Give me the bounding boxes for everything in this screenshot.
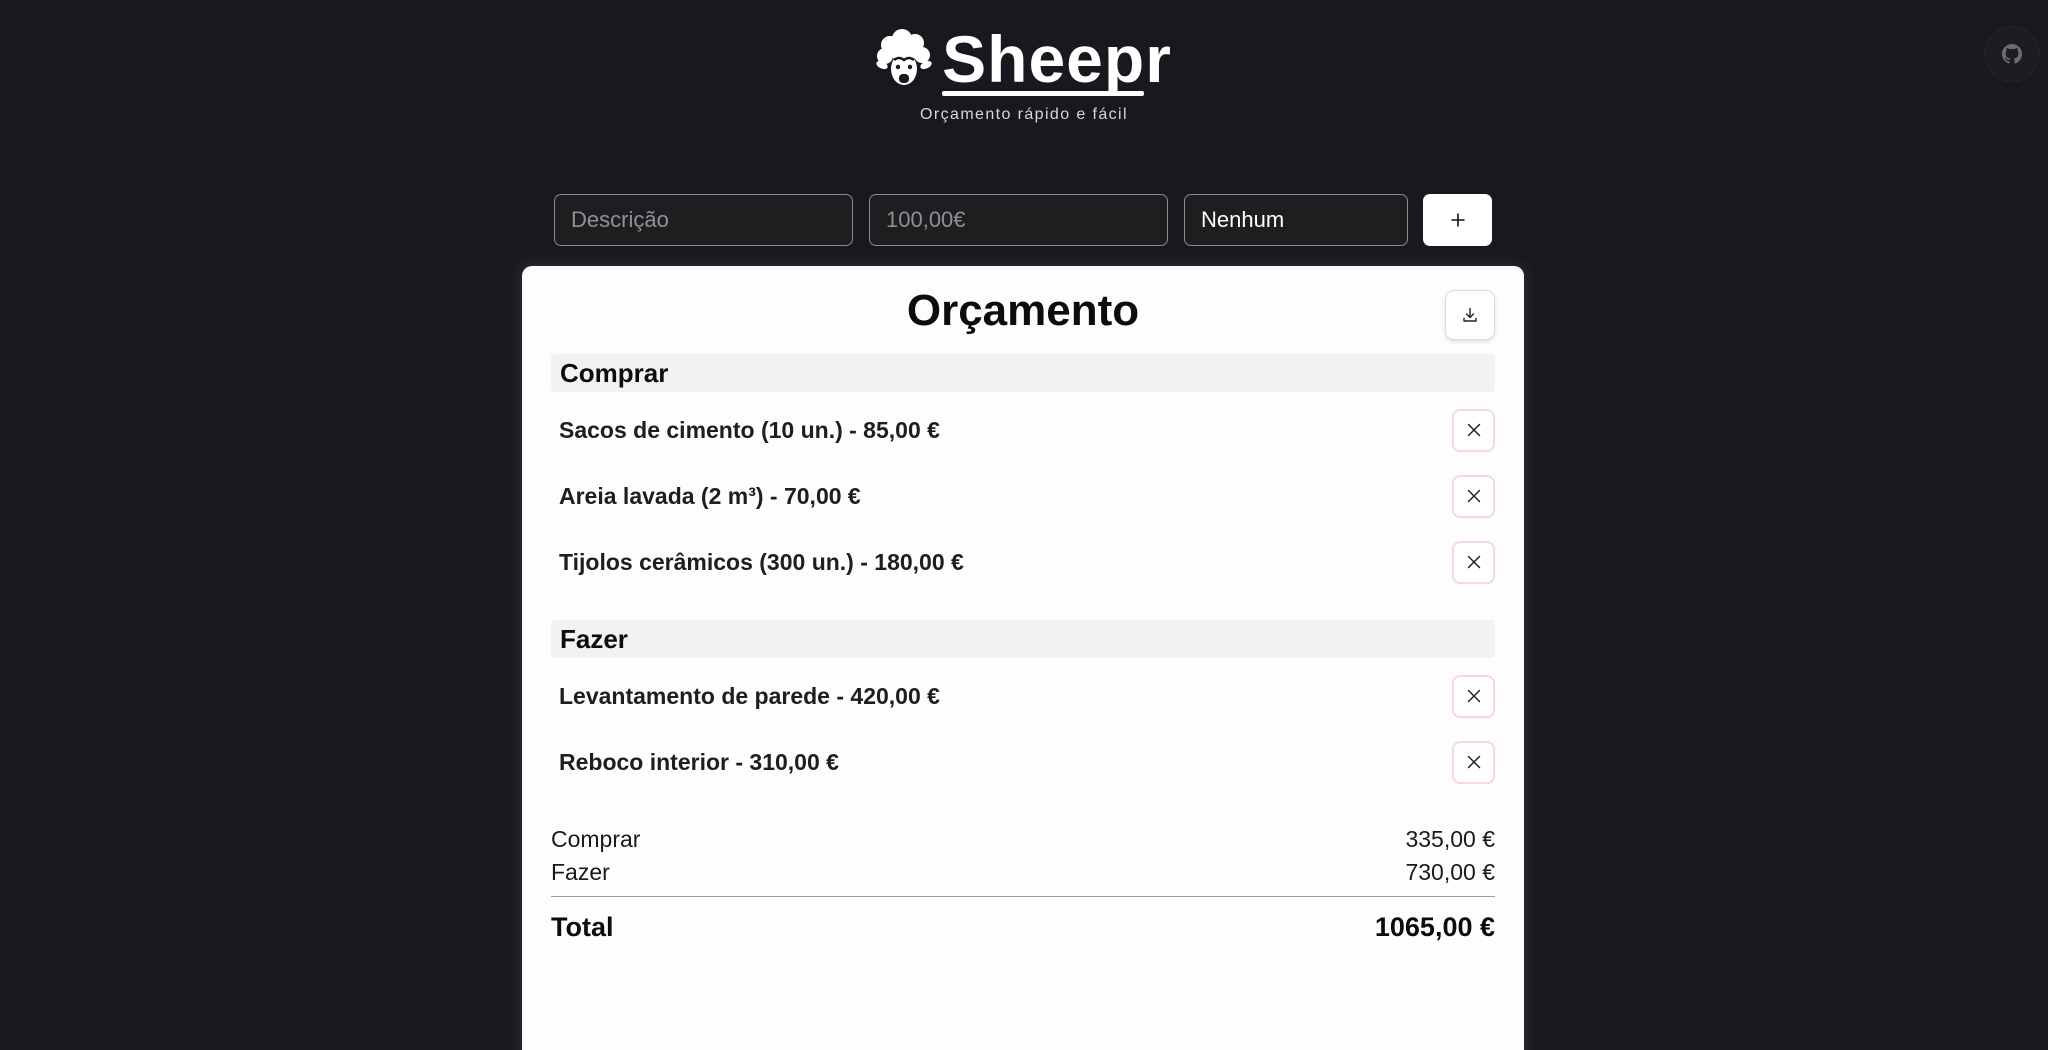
category-select[interactable]: Nenhum (1184, 194, 1408, 246)
list-item: Areia lavada (2 m³) - 70,00 € (551, 474, 1495, 518)
close-icon (1467, 423, 1480, 437)
download-button[interactable] (1445, 290, 1495, 340)
item-label: Tijolos cerâmicos (300 un.) - 180,00 € (559, 548, 964, 575)
section-header-fazer: Fazer (551, 620, 1495, 658)
tagline: Orçamento rápido e fácil (920, 106, 1128, 123)
brand-header: Sheepr Orçamento rápido e fácil (0, 24, 2048, 124)
sheep-icon (876, 29, 932, 85)
remove-item-button[interactable] (1452, 674, 1495, 718)
summary-row-fazer: Fazer 730,00 € (551, 859, 1495, 886)
plus-icon (1450, 213, 1465, 227)
item-label: Reboco interior - 310,00 € (559, 748, 839, 775)
close-icon (1467, 489, 1480, 503)
summary-row-comprar: Comprar 335,00 € (551, 826, 1495, 853)
remove-item-button[interactable] (1452, 408, 1495, 452)
description-input[interactable] (554, 194, 853, 246)
section-header-comprar: Comprar (551, 354, 1495, 392)
brand-name: Sheepr (942, 22, 1172, 96)
list-item: Sacos de cimento (10 un.) - 85,00 € (551, 408, 1495, 452)
app-page: Sheepr Orçamento rápido e fácil Nenhum O… (0, 0, 2048, 1050)
download-icon (1463, 307, 1477, 322)
github-icon (2002, 44, 2022, 64)
summary-label: Fazer (551, 859, 610, 885)
list-item: Levantamento de parede - 420,00 € (551, 674, 1495, 718)
total-row: Total 1065,00 € (551, 912, 1495, 943)
category-select-value: Nenhum (1201, 207, 1285, 232)
summary-divider (551, 896, 1495, 897)
summary-value: 730,00 € (1405, 859, 1495, 885)
summary-value: 335,00 € (1405, 826, 1495, 852)
item-label: Sacos de cimento (10 un.) - 85,00 € (559, 416, 940, 443)
price-input[interactable] (869, 194, 1168, 246)
summary-label: Comprar (551, 826, 641, 852)
list-item: Tijolos cerâmicos (300 un.) - 180,00 € (551, 540, 1495, 584)
list-item: Reboco interior - 310,00 € (551, 740, 1495, 784)
close-icon (1467, 755, 1480, 769)
remove-item-button[interactable] (1452, 740, 1495, 784)
budget-title: Orçamento (906, 286, 1140, 335)
close-icon (1467, 689, 1480, 703)
budget-card: Orçamento Comprar Sacos de cimento (10 u… (522, 266, 1524, 1050)
item-label: Areia lavada (2 m³) - 70,00 € (559, 482, 861, 509)
github-link[interactable] (1984, 26, 2040, 82)
total-value: 1065,00 € (1374, 912, 1495, 942)
close-icon (1467, 555, 1480, 569)
item-label: Levantamento de parede - 420,00 € (559, 682, 940, 709)
remove-item-button[interactable] (1452, 540, 1495, 584)
total-label: Total (551, 912, 614, 942)
add-item-button[interactable] (1423, 194, 1492, 246)
brand-row: Sheepr (876, 22, 1172, 96)
remove-item-button[interactable] (1452, 474, 1495, 518)
